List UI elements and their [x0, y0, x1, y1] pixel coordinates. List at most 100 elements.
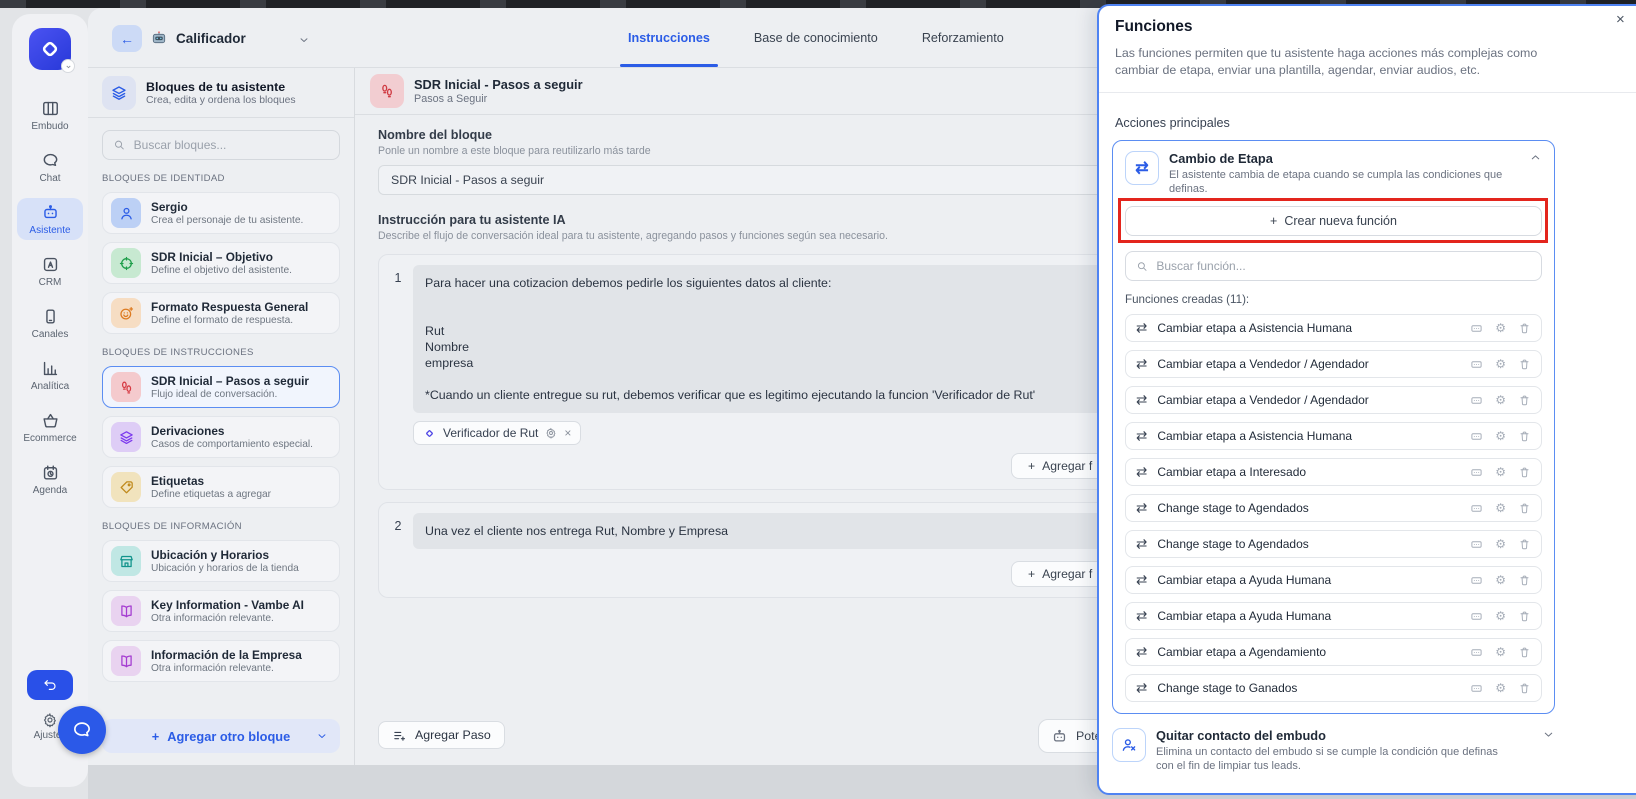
- sidebar-item-icon: [41, 307, 60, 326]
- function-row[interactable]: ⇄ Cambiar etapa a Asistencia Humana ⚙: [1125, 314, 1542, 342]
- function-row[interactable]: ⇄ Cambiar etapa a Ayuda Humana ⚙: [1125, 602, 1542, 630]
- tab-label: Reforzamiento: [922, 31, 1004, 45]
- function-chip[interactable]: Verificador de Rut ×: [413, 421, 581, 445]
- sidebar-item[interactable]: Asistente: [17, 198, 83, 240]
- block-item[interactable]: SDR Inicial – Pasos a seguir Flujo ideal…: [102, 366, 340, 408]
- function-row[interactable]: ⇄ Change stage to Agendados ⚙: [1125, 494, 1542, 522]
- id-card-icon[interactable]: [1470, 502, 1483, 515]
- gear-icon[interactable]: ⚙: [1495, 502, 1506, 514]
- id-card-icon[interactable]: [1470, 610, 1483, 623]
- sidebar-item-icon: [41, 255, 60, 274]
- trash-icon[interactable]: [1518, 574, 1531, 587]
- block-item[interactable]: Sergio Crea el personaje de tu asistente…: [102, 192, 340, 234]
- id-card-icon[interactable]: [1470, 538, 1483, 551]
- id-card-icon[interactable]: [1470, 430, 1483, 443]
- id-card-icon[interactable]: [1470, 322, 1483, 335]
- function-row[interactable]: ⇄ Cambiar etapa a Ayuda Humana ⚙: [1125, 566, 1542, 594]
- sidebar-item[interactable]: Embudo: [17, 94, 83, 136]
- add-block-button[interactable]: + Agregar otro bloque: [102, 719, 340, 753]
- back-button[interactable]: ←: [112, 25, 142, 52]
- close-icon[interactable]: ×: [1616, 11, 1625, 28]
- function-row[interactable]: ⇄ Change stage to Agendados ⚙: [1125, 530, 1542, 558]
- sidebar-item[interactable]: Agenda: [17, 458, 83, 500]
- remove-contact-description: Elimina un contacto del embudo si se cum…: [1156, 745, 1510, 773]
- create-function-button[interactable]: + Crear nueva función: [1125, 206, 1542, 236]
- gear-icon[interactable]: ⚙: [1495, 394, 1506, 406]
- add-function-label: Agregar f: [1042, 567, 1092, 581]
- sidebar-item[interactable]: Analítica: [17, 354, 83, 396]
- trash-icon[interactable]: [1518, 322, 1531, 335]
- id-card-icon[interactable]: [1470, 574, 1483, 587]
- block-item[interactable]: Formato Respuesta General Define el form…: [102, 292, 340, 334]
- support-chat-fab[interactable]: [58, 706, 106, 754]
- functions-list: ⇄ Cambiar etapa a Asistencia Humana ⚙ ⇄ …: [1125, 314, 1542, 702]
- function-row-label: Cambiar etapa a Agendamiento: [1157, 645, 1326, 659]
- id-card-icon[interactable]: [1470, 646, 1483, 659]
- gear-icon[interactable]: ⚙: [1495, 682, 1506, 694]
- tab[interactable]: Reforzamiento: [922, 8, 1004, 67]
- function-row[interactable]: ⇄ Cambiar etapa a Vendedor / Agendador ⚙: [1125, 350, 1542, 378]
- trash-icon[interactable]: [1518, 610, 1531, 623]
- chip-gear-icon[interactable]: [545, 427, 557, 439]
- collapse-chevron-icon[interactable]: [1529, 151, 1542, 164]
- function-row[interactable]: ⇄ Cambiar etapa a Vendedor / Agendador ⚙: [1125, 386, 1542, 414]
- trash-icon[interactable]: [1518, 682, 1531, 695]
- id-card-icon[interactable]: [1470, 682, 1483, 695]
- function-row[interactable]: ⇄ Change stage to Ganados ⚙: [1125, 674, 1542, 702]
- sidebar-item-icon: [41, 203, 60, 222]
- sidebar-item[interactable]: Canales: [17, 302, 83, 344]
- tab[interactable]: Instrucciones: [628, 8, 710, 67]
- transfer-icon: ⇄: [1136, 393, 1147, 407]
- block-item-title: Sergio: [151, 200, 303, 214]
- gear-icon[interactable]: ⚙: [1495, 358, 1506, 370]
- block-item[interactable]: Etiquetas Define etiquetas a agregar: [102, 466, 340, 508]
- assistant-avatar-icon: [150, 29, 168, 47]
- collapse-back-button[interactable]: [27, 670, 73, 700]
- trash-icon[interactable]: [1518, 538, 1531, 551]
- gear-icon[interactable]: ⚙: [1495, 466, 1506, 478]
- trash-icon[interactable]: [1518, 394, 1531, 407]
- function-row[interactable]: ⇄ Cambiar etapa a Asistencia Humana ⚙: [1125, 422, 1542, 450]
- block-item-subtitle: Define el formato de respuesta.: [151, 315, 308, 326]
- block-item[interactable]: Ubicación y Horarios Ubicación y horario…: [102, 540, 340, 582]
- block-item[interactable]: Información de la Empresa Otra informaci…: [102, 640, 340, 682]
- transfer-icon: ⇄: [1125, 151, 1159, 185]
- function-row[interactable]: ⇄ Cambiar etapa a Interesado ⚙: [1125, 458, 1542, 486]
- sidebar-item[interactable]: CRM: [17, 250, 83, 292]
- id-card-icon[interactable]: [1470, 466, 1483, 479]
- blocks-search: [102, 130, 340, 160]
- robot-icon: [1051, 728, 1068, 745]
- change-stage-card: ⇄ Cambio de Etapa El asistente cambia de…: [1112, 140, 1555, 714]
- expand-chevron-icon[interactable]: [1542, 728, 1555, 741]
- assistant-switcher-chevron-icon[interactable]: [298, 34, 310, 46]
- gear-icon[interactable]: ⚙: [1495, 646, 1506, 658]
- gear-icon[interactable]: ⚙: [1495, 538, 1506, 550]
- gear-icon[interactable]: ⚙: [1495, 322, 1506, 334]
- blocks-search-input[interactable]: [134, 138, 329, 152]
- sidebar-item[interactable]: Chat: [17, 146, 83, 188]
- trash-icon[interactable]: [1518, 502, 1531, 515]
- block-item[interactable]: Key Information - Vambe AI Otra informac…: [102, 590, 340, 632]
- function-row-label: Change stage to Agendados: [1157, 501, 1308, 515]
- add-step-button[interactable]: Agregar Paso: [378, 721, 505, 749]
- trash-icon[interactable]: [1518, 466, 1531, 479]
- trash-icon[interactable]: [1518, 430, 1531, 443]
- transfer-icon: ⇄: [1136, 645, 1147, 659]
- plus-icon: +: [152, 729, 159, 744]
- trash-icon[interactable]: [1518, 358, 1531, 371]
- chip-remove-icon[interactable]: ×: [564, 427, 571, 439]
- id-card-icon[interactable]: [1470, 358, 1483, 371]
- function-row[interactable]: ⇄ Cambiar etapa a Agendamiento ⚙: [1125, 638, 1542, 666]
- tab[interactable]: Base de conocimiento: [754, 8, 878, 67]
- gear-icon[interactable]: ⚙: [1495, 574, 1506, 586]
- trash-icon[interactable]: [1518, 646, 1531, 659]
- id-card-icon[interactable]: [1470, 394, 1483, 407]
- sidebar-item[interactable]: Ecommerce: [17, 406, 83, 448]
- function-search-input[interactable]: [1156, 259, 1531, 273]
- remove-contact-card[interactable]: Quitar contacto del embudo Elimina un co…: [1112, 728, 1555, 773]
- vambe-logo[interactable]: [29, 28, 71, 70]
- gear-icon[interactable]: ⚙: [1495, 430, 1506, 442]
- block-item[interactable]: Derivaciones Casos de comportamiento esp…: [102, 416, 340, 458]
- gear-icon[interactable]: ⚙: [1495, 610, 1506, 622]
- block-item[interactable]: SDR Inicial – Objetivo Define el objetiv…: [102, 242, 340, 284]
